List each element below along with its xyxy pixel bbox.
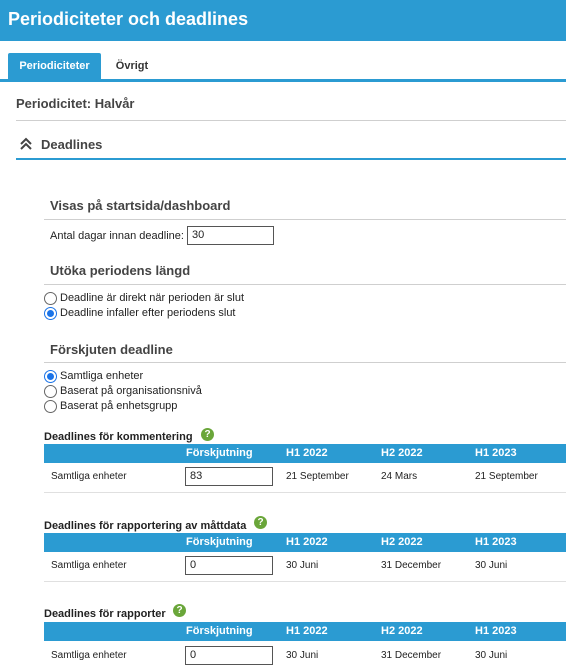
radio-label: Deadline är direkt när perioden är slut (60, 292, 245, 304)
title-bar: Periodiciteter och deadlines (0, 0, 566, 41)
column-header: H1 2023 (475, 625, 517, 637)
deadlines-table-reports: Förskjutning H1 2022 H2 2022 H1 2023 Sam… (44, 622, 566, 668)
column-header: H1 2023 (475, 536, 517, 548)
radio-all-units[interactable]: Samtliga enheter (44, 369, 143, 383)
column-header: Förskjutning (186, 536, 253, 548)
table-cell: 30 Juni (286, 560, 319, 571)
radio-label: Samtliga enheter (60, 370, 144, 382)
radio-button[interactable] (44, 384, 57, 398)
deadlines-table-measure-reporting: Förskjutning H1 2022 H2 2022 H1 2023 Sam… (44, 533, 566, 583)
days-before-input[interactable]: 30 (187, 226, 274, 245)
radio-unit-group[interactable]: Baserat på enhetsgrupp (44, 399, 177, 413)
divider (44, 219, 566, 220)
shifted-section-title: Förskjuten deadline (50, 342, 173, 357)
table-cell: 30 Juni (286, 650, 319, 661)
extend-section-title: Utöka periodens längd (50, 263, 191, 278)
table-cell: 24 Mars (381, 471, 418, 482)
column-header: Förskjutning (186, 625, 253, 637)
offset-input[interactable]: 0 (185, 556, 273, 575)
radio-button[interactable] (44, 399, 57, 413)
offset-input[interactable]: 0 (185, 646, 273, 665)
help-icon[interactable]: ? (254, 516, 267, 529)
offset-input[interactable]: 83 (185, 467, 273, 486)
table-cell: 30 Juni (475, 650, 508, 661)
deadlines-toggle[interactable]: Deadlines (16, 134, 566, 160)
column-header: H1 2022 (286, 447, 328, 459)
page-title: Periodiciteter och deadlines (8, 9, 249, 29)
divider (44, 362, 566, 363)
tab-ovrigt[interactable]: Övrigt (106, 53, 158, 79)
radio-deadline-after[interactable]: Deadline infaller efter periodens slut (44, 306, 236, 320)
row-label: Samtliga enheter (51, 650, 127, 661)
table-title-commenting: Deadlines för kommentering (44, 431, 193, 443)
column-header: H2 2022 (381, 447, 423, 459)
column-header: H2 2022 (381, 536, 423, 548)
radio-button[interactable] (44, 306, 57, 320)
table-header: Förskjutning H1 2022 H2 2022 H1 2023 (44, 622, 566, 641)
table-cell: 21 September (475, 471, 538, 482)
divider (44, 284, 566, 285)
help-icon[interactable]: ? (201, 428, 214, 441)
divider (44, 581, 566, 582)
tab-periodiciteter[interactable]: Periodiciteter (8, 53, 101, 79)
row-label: Samtliga enheter (51, 560, 127, 571)
radio-label: Baserat på organisationsnivå (60, 385, 202, 397)
table-cell: 31 December (381, 560, 442, 571)
double-chevron-up-icon (20, 137, 32, 150)
help-icon[interactable]: ? (173, 604, 186, 617)
table-cell: 21 September (286, 471, 349, 482)
radio-deadline-direct[interactable]: Deadline är direkt när perioden är slut (44, 291, 244, 305)
table-title-reports: Deadlines för rapporter (44, 608, 166, 620)
divider (16, 120, 566, 121)
deadlines-label: Deadlines (41, 137, 103, 152)
column-header: H1 2023 (475, 447, 517, 459)
radio-button[interactable] (44, 291, 57, 305)
table-header: Förskjutning H1 2022 H2 2022 H1 2023 (44, 444, 566, 463)
column-header: H1 2022 (286, 536, 328, 548)
radio-org-level[interactable]: Baserat på organisationsnivå (44, 384, 202, 398)
dashboard-section-title: Visas på startsida/dashboard (50, 198, 231, 213)
radio-button[interactable] (44, 369, 57, 383)
divider (44, 492, 566, 493)
tab-bar: Periodiciteter Övrigt (0, 41, 566, 82)
row-label: Samtliga enheter (51, 471, 127, 482)
table-title-measure-reporting: Deadlines för rapportering av måttdata (44, 520, 247, 532)
table-header: Förskjutning H1 2022 H2 2022 H1 2023 (44, 533, 566, 552)
deadlines-table-commenting: Förskjutning H1 2022 H2 2022 H1 2023 Sam… (44, 444, 566, 494)
column-header: Förskjutning (186, 447, 253, 459)
radio-label: Deadline infaller efter periodens slut (60, 307, 236, 319)
table-cell: 31 December (381, 650, 442, 661)
table-cell: 30 Juni (475, 560, 508, 571)
column-header: H1 2022 (286, 625, 328, 637)
period-heading: Periodicitet: Halvår (16, 96, 135, 111)
radio-label: Baserat på enhetsgrupp (60, 400, 178, 412)
days-before-label: Antal dagar innan deadline: (50, 230, 184, 242)
column-header: H2 2022 (381, 625, 423, 637)
